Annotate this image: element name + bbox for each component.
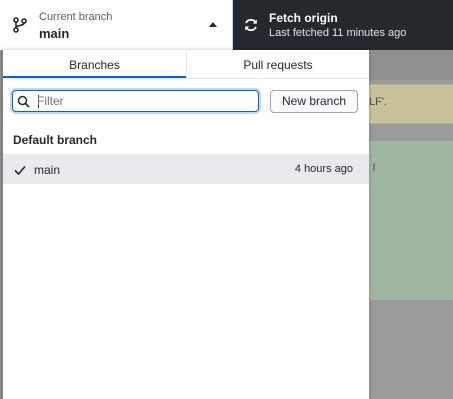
fetch-origin-button[interactable]: Fetch origin Last fetched 11 minutes ago [233,0,453,50]
sync-icon [243,17,259,33]
fetch-title: Fetch origin [269,11,338,25]
tab-pull-requests[interactable]: Pull requests [186,50,369,78]
filter-field[interactable] [12,90,259,112]
current-branch-label: Current branch [39,11,113,23]
current-branch-name: main [39,26,70,41]
current-branch-button[interactable]: Current branch main [0,0,233,50]
default-branch-heading: Default branch [13,133,98,147]
background-diff-area [369,141,453,300]
branch-time: 4 hours ago [294,163,353,175]
branch-dropdown: Branches Pull requests New branch Defaul… [3,50,369,399]
background-banner: LF'. [369,84,453,124]
toolbar: Current branch main Fetch origin Last fe… [0,0,453,50]
check-icon [14,163,26,176]
search-icon [17,95,30,108]
tab-branches[interactable]: Branches [3,50,186,78]
caret-up-icon [209,22,217,27]
filter-input[interactable] [37,92,252,110]
git-branch-icon [12,16,28,34]
dropdown-tabs: Branches Pull requests [3,50,369,79]
background-banner-text: LF'. [369,96,387,108]
branch-name: main [34,163,61,177]
fetch-subtitle: Last fetched 11 minutes ago [269,27,407,39]
background-header-bar [369,50,453,80]
branch-list-item[interactable]: main 4 hours ago [3,154,369,184]
background-diff-marker [369,163,375,171]
new-branch-button[interactable]: New branch [270,90,358,113]
